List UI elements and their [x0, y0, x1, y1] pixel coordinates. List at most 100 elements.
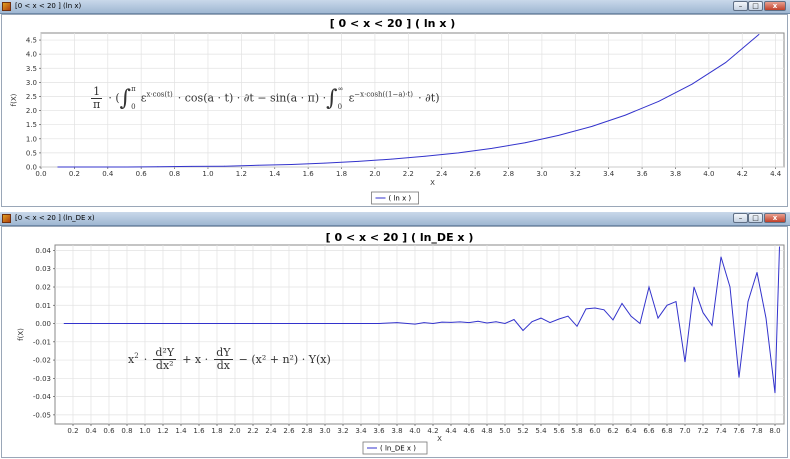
x-tick-label: 2.8	[301, 427, 312, 435]
formula-differential: x2 · d²Y dx² + x · dY dx − (x² + n²) · Y(x…	[128, 347, 331, 372]
data-point	[585, 308, 587, 310]
data-point	[779, 246, 780, 248]
x-tick-label: 0.6	[103, 427, 115, 435]
x-axis-label: X	[437, 435, 442, 443]
x-tick-label: 0.6	[136, 170, 148, 178]
x-tick-label: 4.8	[481, 427, 492, 435]
data-point	[558, 135, 559, 136]
y-tick-label: 3.0	[26, 79, 37, 87]
integral-limits-1: π0	[131, 85, 136, 111]
x-tick-label: 7.2	[697, 427, 708, 435]
x-tick-label: 4.6	[463, 427, 475, 435]
minimize-button[interactable]: –	[733, 213, 748, 223]
data-point	[658, 100, 660, 102]
data-point	[691, 83, 693, 85]
y-tick-label: 2.0	[26, 107, 37, 115]
window-title: [0 < x < 20 ] (ln_DE x)	[15, 214, 95, 222]
data-point	[549, 322, 551, 323]
data-point	[504, 323, 506, 324]
x-tick-label: 5.2	[517, 427, 528, 435]
x-tick-label: 3.2	[570, 170, 581, 178]
data-point	[63, 323, 65, 324]
y-tick-label: 0.03	[35, 265, 51, 273]
x-tick-label: 2.2	[247, 427, 258, 435]
data-point	[567, 315, 569, 317]
x-tick-label: 0.8	[121, 427, 132, 435]
data-point	[57, 166, 59, 168]
data-point	[693, 286, 695, 288]
app-icon[interactable]	[2, 214, 11, 223]
x-tick-label: 5.8	[571, 427, 582, 435]
y-tick-label: 0.00	[35, 320, 51, 328]
minimize-button[interactable]: –	[733, 1, 748, 11]
x-tick-label: 3.8	[670, 170, 681, 178]
data-point	[531, 321, 533, 323]
x-tick-label: 6.2	[607, 427, 618, 435]
formula-integral: 1π · (∫ π 0 εx·cos(t) · cos(a · t) · ∂t − …	[90, 85, 440, 111]
y-tick-label: 4.5	[26, 37, 37, 45]
x-tick-label: 3.6	[637, 170, 649, 178]
x-tick-label: 7.8	[751, 427, 762, 435]
x-tick-label: 5.4	[535, 427, 547, 435]
x-tick-label: 1.8	[211, 427, 222, 435]
x-tick-label: 3.0	[319, 427, 330, 435]
x-tick-label: 1.0	[202, 170, 213, 178]
data-point	[491, 148, 493, 149]
x-tick-label: 2.0	[229, 427, 240, 435]
x-tick-label: 6.6	[643, 427, 655, 435]
data-point	[522, 330, 524, 331]
x-tick-label: 0.4	[85, 427, 97, 435]
formula-dot: ·	[143, 353, 148, 366]
x-tick-label: 0.2	[69, 170, 80, 178]
data-point	[495, 321, 497, 323]
y-tick-label: -0.05	[33, 411, 51, 419]
data-point	[630, 315, 632, 317]
data-point	[675, 301, 677, 302]
formula-exp-1: x·cos(t)	[146, 90, 173, 99]
chart-window-ln-de: [0 < x < 20 ] (ln_DE x) – □ x [ 0 < x < …	[0, 212, 790, 459]
app-icon[interactable]	[2, 2, 11, 11]
x-tick-label: 3.0	[536, 170, 547, 178]
data-point	[468, 322, 470, 323]
maximize-button[interactable]: □	[748, 1, 763, 11]
y-tick-label: -0.04	[33, 393, 52, 401]
data-point	[684, 361, 686, 363]
data-point	[324, 162, 326, 164]
data-point	[391, 158, 392, 160]
x-tick-label: 1.8	[336, 170, 347, 178]
x-tick-label: 4.4	[445, 427, 457, 435]
data-point	[648, 286, 650, 288]
data-point	[257, 164, 259, 166]
data-point	[486, 322, 488, 324]
maximize-button[interactable]: □	[748, 213, 763, 223]
window-title: [0 < x < 20 ] (ln x)	[15, 2, 82, 10]
data-point	[758, 34, 760, 35]
y-tick-label: 0.04	[35, 247, 51, 255]
y-tick-label: 4.0	[26, 51, 37, 59]
y-tick-label: 1.5	[26, 121, 37, 129]
close-button[interactable]: x	[764, 1, 786, 11]
window-titlebar[interactable]: [0 < x < 20 ] (ln x) – □ x	[0, 0, 790, 14]
data-point	[639, 323, 641, 324]
formula-middle: · cos(a · t) · ∂t − sin(a · π) ·	[177, 91, 327, 105]
data-point	[424, 155, 426, 157]
x-tick-label: 2.0	[369, 170, 380, 178]
close-button[interactable]: x	[764, 213, 786, 223]
x-tick-label: 2.4	[436, 170, 448, 178]
legend-label: ( ln_DE x )	[380, 445, 416, 453]
data-point	[576, 325, 578, 327]
x-tick-label: 4.2	[737, 170, 748, 178]
data-point	[396, 322, 398, 323]
data-point	[432, 323, 434, 324]
data-point	[725, 62, 726, 63]
data-point	[591, 126, 593, 127]
x-tick-label: 7.6	[733, 427, 745, 435]
formula-rest: − (x² + n²) · Y(x)	[238, 353, 331, 366]
integral-sign-icon: ∫	[119, 85, 132, 111]
y-tick-label: 0.01	[35, 302, 51, 310]
data-point	[774, 392, 776, 394]
data-point	[378, 323, 380, 324]
x-tick-label: 2.2	[403, 170, 414, 178]
x-tick-label: 6.8	[661, 427, 672, 435]
window-titlebar[interactable]: [0 < x < 20 ] (ln_DE x) – □ x	[0, 212, 790, 226]
